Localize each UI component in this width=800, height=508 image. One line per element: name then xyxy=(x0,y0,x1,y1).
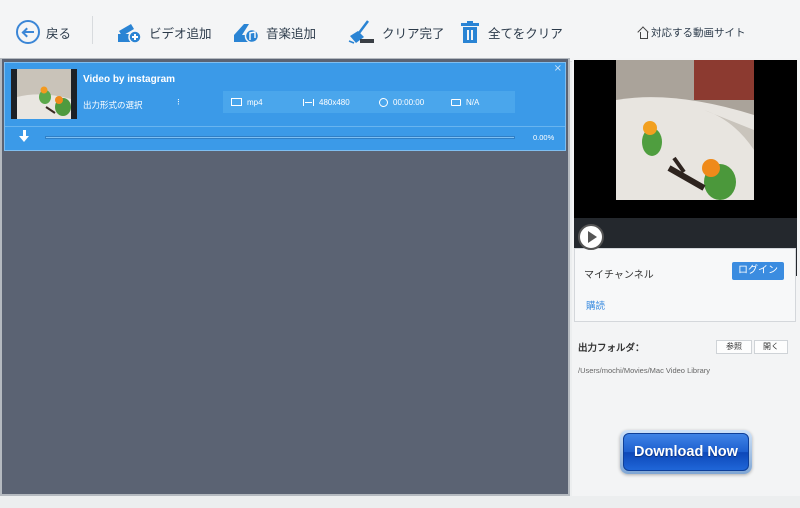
video-title: Video by instagram xyxy=(83,74,176,85)
home-icon xyxy=(638,28,648,39)
back-arrow-icon xyxy=(16,20,40,44)
play-icon[interactable] xyxy=(578,224,604,250)
clear-completed-button[interactable]: クリア完了 xyxy=(346,18,445,46)
download-task-card[interactable]: Video by instagram 出力形式の選択 ⁝ mp4 480x480… xyxy=(4,62,566,151)
supported-sites-link[interactable]: 対応する動画サイト xyxy=(638,25,746,40)
side-panel: マイチャンネル ログイン 購読 出力フォルダ： 参照 開く /Users/moc… xyxy=(572,58,800,496)
clock-icon xyxy=(379,97,388,107)
add-video-button[interactable]: ビデオ追加 xyxy=(115,18,212,46)
close-icon[interactable]: × xyxy=(554,63,562,74)
open-folder-button[interactable]: 開く xyxy=(754,340,788,354)
download-queue: Video by instagram 出力形式の選択 ⁝ mp4 480x480… xyxy=(0,58,570,496)
resolution-info: 480x480 xyxy=(303,98,350,107)
add-music-icon xyxy=(234,24,260,44)
size-info: N/A xyxy=(451,98,479,107)
format-select[interactable]: 出力形式の選択 xyxy=(83,99,143,111)
subscribe-link[interactable]: 購読 xyxy=(586,298,605,312)
resolution-value: 480x480 xyxy=(319,97,350,107)
trash-icon xyxy=(461,21,479,43)
supported-sites-label: 対応する動画サイト xyxy=(651,27,746,39)
format-value: mp4 xyxy=(247,97,263,107)
size-value: N/A xyxy=(466,97,480,107)
video-thumbnail xyxy=(11,69,77,119)
output-path: /Users/mochi/Movies/Mac Video Library xyxy=(578,366,710,375)
back-button[interactable]: 戻る xyxy=(16,18,71,46)
my-channel-label: マイチャンネル xyxy=(584,270,654,281)
toolbar-divider xyxy=(92,16,93,44)
folder-icon xyxy=(451,98,461,106)
clear-all-label: 全てをクリア xyxy=(488,25,563,41)
add-video-icon xyxy=(118,24,142,44)
card-divider xyxy=(5,126,565,127)
download-now-button[interactable]: Download Now xyxy=(620,430,752,474)
add-music-label: 音楽追加 xyxy=(266,25,317,41)
download-now-label: Download Now xyxy=(623,433,749,471)
film-icon xyxy=(231,98,242,106)
progress-bar xyxy=(45,136,515,139)
add-video-label: ビデオ追加 xyxy=(149,25,212,41)
video-info-bar: mp4 480x480 00:00:00 N/A xyxy=(223,91,515,113)
video-preview xyxy=(574,60,797,218)
output-folder-label: 出力フォルダ： xyxy=(578,343,645,354)
toolbar: 戻る ビデオ追加 音楽追加 クリア完了 全てをクリア 対応する動画サイト xyxy=(0,0,800,62)
back-label: 戻る xyxy=(46,25,72,41)
resolution-icon xyxy=(303,98,314,106)
clear-completed-label: クリア完了 xyxy=(382,25,445,41)
channel-box xyxy=(574,248,796,322)
duration-value: 00:00:00 xyxy=(393,97,425,107)
download-arrow-icon xyxy=(19,130,31,144)
duration-info: 00:00:00 xyxy=(379,97,425,107)
progress-percent: 0.00% xyxy=(533,133,555,142)
clear-all-button[interactable]: 全てをクリア xyxy=(461,18,563,46)
select-updown-icon[interactable]: ⁝ xyxy=(177,98,180,108)
add-music-button[interactable]: 音楽追加 xyxy=(232,18,316,46)
broom-icon xyxy=(348,20,374,44)
browse-button[interactable]: 参照 xyxy=(716,340,752,354)
format-info: mp4 xyxy=(231,98,263,107)
login-button[interactable]: ログイン xyxy=(732,262,784,280)
